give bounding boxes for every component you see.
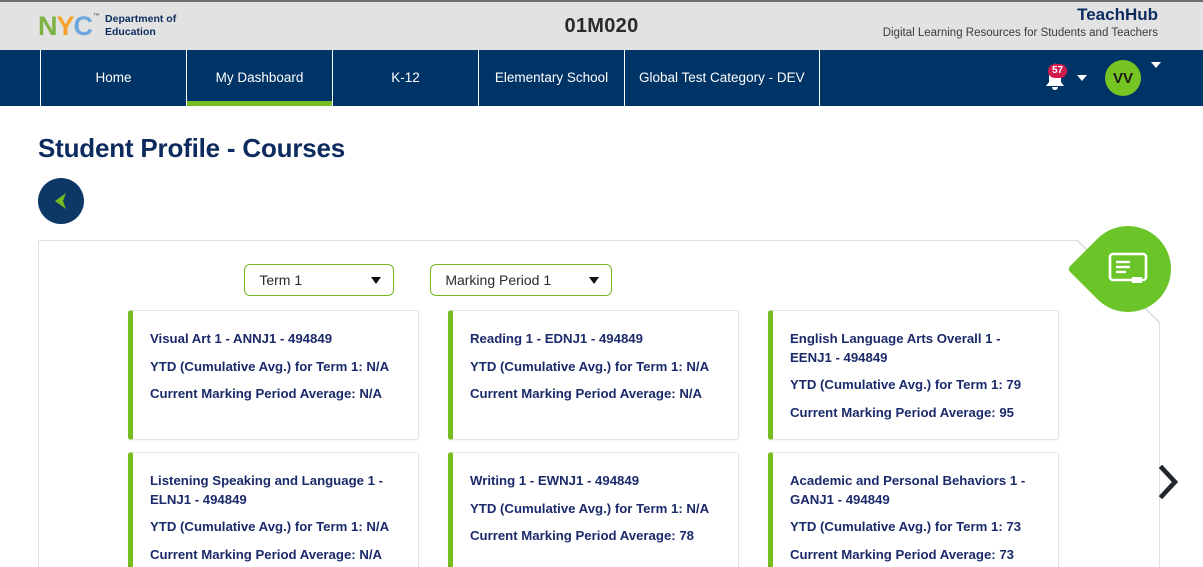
course-card[interactable]: Listening Speaking and Language 1 - ELNJ… [128,451,419,567]
course-title: Visual Art 1 - ANNJ1 - 494849 [150,331,333,346]
nav-item-home[interactable]: Home [40,50,186,106]
nav-item-k-12[interactable]: K-12 [332,50,478,106]
doe-logo-text: Department of Education [105,13,176,39]
brand-block: TeachHub Digital Learning Resources for … [883,4,1158,41]
course-card[interactable]: Academic and Personal Behaviors 1 - GANJ… [768,451,1059,567]
course-cards-grid: Visual Art 1 - ANNJ1 - 494849 YTD (Cumul… [128,310,1160,567]
course-title: Writing 1 - EWNJ1 - 494849 [470,472,640,488]
course-card[interactable]: Reading 1 - EDNJ1 - 494849 YTD (Cumulati… [448,310,739,440]
course-card[interactable]: Writing 1 - EWNJ1 - 494849 YTD (Cumulati… [448,451,739,567]
logo-trademark: ™ [93,12,100,20]
nav-item-my-dashboard-label: My Dashboard [215,69,304,85]
course-cards-area: Visual Art 1 - ANNJ1 - 494849 YTD (Cumul… [38,310,1179,567]
course-ytd-average: YTD (Cumulative Avg.) for Term 1: 79 [790,377,1022,393]
doe-line-1: Department of [105,13,177,26]
nav-item-k-12-label: K-12 [391,69,420,85]
arrow-left-icon [55,193,66,209]
top-header: N Y C ™ Department of Education 01M020 Teac… [0,0,1203,50]
next-page-button[interactable] [1152,462,1186,502]
course-title: Reading 1 - EDNJ1 - 494849 [470,331,643,346]
course-current-marking-period-average: Current Marking Period Average: N/A [470,386,703,402]
course-ytd-average: YTD (Cumulative Avg.) for Term 1: N/A [150,358,390,374]
back-button[interactable] [38,178,84,224]
main-navigation: Home My Dashboard K-12 Elementary School… [0,50,1203,106]
nav-item-elementary-school[interactable]: Elementary School [478,50,624,106]
nav-item-my-dashboard[interactable]: My Dashboard [186,50,332,106]
chevron-right-icon [1158,464,1179,500]
nav-right-group: 57 VV [1041,50,1203,106]
course-current-marking-period-average: Current Marking Period Average: 78 [470,528,695,544]
logo-letter-c: C [73,10,93,41]
brand-title: TeachHub [1077,5,1158,24]
logo-letter-y: Y [56,10,75,41]
course-current-marking-period-average: Current Marking Period Average: 95 [790,405,1015,421]
nav-item-home-label: Home [95,69,132,85]
course-card[interactable]: English Language Arts Overall 1 - EENJ1 … [768,310,1059,440]
term-select-value: Term 1 [259,272,303,288]
notification-count-badge: 57 [1048,64,1068,78]
course-current-marking-period-average: Current Marking Period Average: N/A [150,547,383,563]
chevron-down-icon [371,276,382,284]
course-title: Academic and Personal Behaviors 1 - GANJ… [790,472,1026,507]
nyc-logo-letters: N Y C ™ [38,10,100,41]
brand-subtitle: Digital Learning Resources for Students … [882,27,1158,40]
chevron-down-icon [589,276,600,284]
page-title: Student Profile - Courses [38,133,346,163]
nyc-doe-logo[interactable]: N Y C ™ Department of Education [38,2,176,50]
doe-line-2: Education [105,26,156,38]
avatar[interactable]: VV [1105,60,1141,96]
course-ytd-average: YTD (Cumulative Avg.) for Term 1: N/A [470,358,710,374]
course-current-marking-period-average: Current Marking Period Average: 73 [790,547,1015,563]
user-menu-dropdown-caret[interactable] [1151,62,1161,68]
course-title: Listening Speaking and Language 1 - ELNJ… [150,472,384,507]
term-select[interactable]: Term 1 [244,264,395,296]
marking-period-select-value: Marking Period 1 [445,272,552,288]
notifications-button[interactable]: 57 [1041,63,1069,93]
logo-letter-n: N [38,10,57,41]
course-current-marking-period-average: Current Marking Period Average: N/A [150,386,383,402]
course-title: English Language Arts Overall 1 - EENJ1 … [790,331,1001,365]
course-ytd-average: YTD (Cumulative Avg.) for Term 1: 73 [790,519,1022,535]
avatar-initials: VV [1112,69,1133,87]
course-ytd-average: YTD (Cumulative Avg.) for Term 1: N/A [470,500,710,516]
course-card[interactable]: Visual Art 1 - ANNJ1 - 494849 YTD (Cumul… [128,310,419,440]
marking-period-select[interactable]: Marking Period 1 [430,264,613,296]
nav-left-spacer [0,50,40,106]
notifications-dropdown-caret[interactable] [1077,75,1087,81]
course-ytd-average: YTD (Cumulative Avg.) for Term 1: N/A [150,519,390,535]
nav-item-global-test-category-dev[interactable]: Global Test Category - DEV [624,50,820,106]
courses-panel-wrapper: Courses for school year: Term 1 Marking … [38,208,1189,567]
nav-item-global-test-category-dev-label: Global Test Category - DEV [639,69,805,85]
feedback-icon [1108,252,1148,283]
nav-item-elementary-school-label: Elementary School [494,69,609,85]
